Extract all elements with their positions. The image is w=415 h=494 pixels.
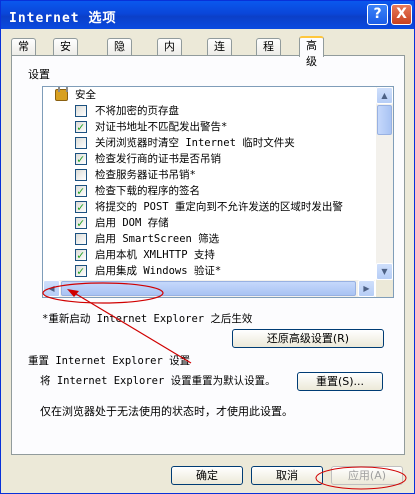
- close-button[interactable]: X: [391, 4, 412, 25]
- setting-row[interactable]: 启用 DOM 存储: [43, 215, 375, 231]
- setting-checkbox[interactable]: [75, 233, 87, 245]
- scroll-left-button[interactable]: ◀: [43, 280, 60, 297]
- setting-label: 对证书地址不匹配发出警告*: [95, 121, 228, 133]
- setting-label: 检查服务器证书吊销*: [95, 169, 196, 181]
- setting-label: 启用集成 Windows 验证*: [95, 265, 222, 277]
- tab-content[interactable]: 内容: [157, 38, 182, 69]
- setting-label: 启用本机 XMLHTTP 支持: [95, 249, 215, 261]
- setting-label: 启用 DOM 存储: [95, 217, 169, 229]
- setting-checkbox[interactable]: [75, 215, 87, 231]
- setting-label: 检查下载的程序的签名: [95, 185, 200, 197]
- setting-label: 将提交的 POST 重定向到不允许发送的区域时发出警: [95, 201, 343, 213]
- scroll-right-button[interactable]: ▶: [358, 280, 375, 297]
- window-title: Internet 选项: [9, 11, 117, 26]
- setting-label: 检查发行商的证书是否吊销: [95, 153, 221, 165]
- tab-connections[interactable]: 连接: [207, 38, 232, 69]
- title-bar: Internet 选项 ? X: [1, 1, 414, 29]
- setting-label: 关闭浏览器时清空 Internet 临时文件夹: [95, 137, 295, 149]
- setting-row[interactable]: 不将加密的页存盘: [43, 103, 375, 119]
- vertical-scrollbar[interactable]: ▲ ▼: [376, 87, 393, 280]
- setting-checkbox[interactable]: [75, 137, 87, 149]
- setting-checkbox[interactable]: [75, 151, 87, 167]
- reset-description: 将 Internet Explorer 设置重置为默认设置。: [40, 375, 276, 387]
- setting-row[interactable]: 启用本机 XMLHTTP 支持: [43, 247, 375, 263]
- vertical-scroll-thumb[interactable]: [377, 105, 392, 135]
- setting-row[interactable]: 对证书地址不匹配发出警告*: [43, 119, 375, 135]
- lock-icon: [55, 87, 68, 101]
- settings-label: 设置: [28, 68, 50, 81]
- settings-list-content: 安全 不将加密的页存盘对证书地址不匹配发出警告* 关闭浏览器时清空 Interne…: [43, 87, 375, 280]
- setting-label: 不将加密的页存盘: [95, 105, 179, 117]
- setting-checkbox[interactable]: [75, 169, 87, 181]
- tab-privacy[interactable]: 隐私: [107, 38, 132, 69]
- tab-general[interactable]: 常规: [11, 38, 36, 69]
- setting-row[interactable]: 将提交的 POST 重定向到不允许发送的区域时发出警: [43, 199, 375, 215]
- advanced-panel: 设置 安全 不将加密的页存盘对证书地址不匹配发出警告* 关闭浏览器时清空 Inte…: [11, 55, 405, 455]
- cancel-button[interactable]: 取消: [251, 466, 323, 485]
- setting-checkbox[interactable]: [75, 199, 87, 215]
- ok-button[interactable]: 确定: [171, 466, 243, 485]
- section-label: 安全: [75, 89, 96, 101]
- setting-row[interactable]: 检查下载的程序的签名: [43, 183, 375, 199]
- horizontal-scroll-thumb[interactable]: [61, 281, 356, 296]
- horizontal-scrollbar[interactable]: ◀ ▶: [43, 280, 375, 297]
- setting-checkbox[interactable]: [75, 247, 87, 263]
- tab-security[interactable]: 安全: [53, 38, 78, 69]
- tab-advanced[interactable]: 高级: [299, 36, 324, 68]
- scroll-down-button[interactable]: ▼: [376, 263, 393, 280]
- setting-row[interactable]: 检查服务器证书吊销*: [43, 167, 375, 183]
- setting-checkbox[interactable]: [75, 183, 87, 199]
- apply-button[interactable]: 应用(A): [331, 466, 403, 485]
- reset-group-title: 重置 Internet Explorer 设置: [28, 355, 191, 367]
- section-header-security: 安全: [43, 87, 375, 103]
- setting-label: 启用 SmartScreen 筛选: [95, 233, 220, 245]
- setting-checkbox[interactable]: [75, 119, 87, 135]
- setting-row[interactable]: 启用集成 Windows 验证*: [43, 263, 375, 279]
- scroll-up-button[interactable]: ▲: [376, 87, 393, 104]
- setting-checkbox[interactable]: [75, 105, 87, 117]
- reset-button[interactable]: 重置(S)...: [297, 372, 383, 391]
- setting-row[interactable]: 关闭浏览器时清空 Internet 临时文件夹: [43, 135, 375, 151]
- restart-note: *重新启动 Internet Explorer 之后生效: [42, 313, 253, 325]
- help-button[interactable]: ?: [367, 4, 388, 25]
- reset-note: 仅在浏览器处于无法使用的状态时，才使用此设置。: [40, 405, 293, 418]
- scroll-corner: [376, 280, 393, 297]
- setting-checkbox[interactable]: [75, 263, 87, 279]
- tab-programs[interactable]: 程序: [256, 38, 281, 69]
- setting-row[interactable]: 启用 SmartScreen 筛选: [43, 231, 375, 247]
- internet-options-dialog: Internet 选项 ? X 常规 安全 隐私 内容 连接 程序 高级 设置 …: [0, 0, 415, 494]
- settings-list[interactable]: 安全 不将加密的页存盘对证书地址不匹配发出警告* 关闭浏览器时清空 Interne…: [42, 86, 394, 298]
- restore-advanced-button[interactable]: 还原高级设置(R): [232, 329, 384, 348]
- setting-row[interactable]: 检查发行商的证书是否吊销: [43, 151, 375, 167]
